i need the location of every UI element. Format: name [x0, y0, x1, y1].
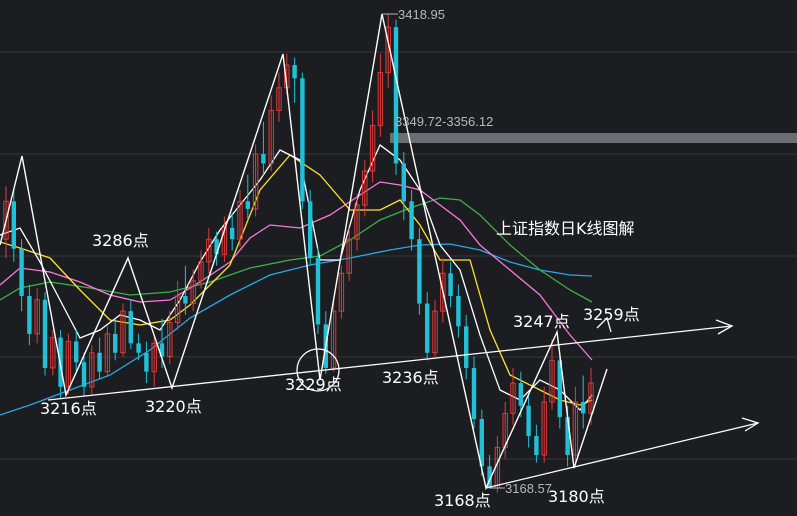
candle-down: [113, 333, 118, 353]
pivot-label-3216: 3216点: [40, 399, 97, 418]
candle-down: [401, 163, 406, 202]
candle-down: [425, 303, 430, 353]
candle-down: [230, 227, 235, 240]
candle-down: [42, 299, 48, 368]
pivot-label-3168: 3168点: [434, 491, 491, 510]
candle-down: [11, 201, 16, 249]
candle-down: [417, 239, 422, 304]
candle-down: [81, 362, 87, 387]
candle-down: [456, 295, 461, 327]
pivot-label-3220: 3220点: [145, 397, 202, 416]
candle-down: [464, 326, 469, 368]
trendline-upper: [47, 325, 733, 401]
candle-down: [300, 78, 305, 202]
candlestick-series: [3, 13, 594, 493]
candle-down: [526, 405, 531, 437]
candle-down: [315, 258, 321, 325]
ma20-line: [0, 181, 593, 361]
candle-down: [471, 367, 477, 420]
pivot-label-3180: 3180点: [548, 487, 605, 506]
pivot-label-3229: 3229点: [285, 375, 342, 394]
candle-down: [144, 352, 149, 372]
candle-down: [245, 201, 250, 209]
candle-down: [308, 201, 313, 259]
candle-down: [261, 153, 266, 164]
candle-down: [393, 27, 399, 164]
candle-down: [292, 65, 297, 79]
chart-title: 上证指数日K线图解: [496, 219, 635, 238]
candle-down: [97, 352, 102, 372]
chart-canvas: 3418.95 3349.72-3356.12 3168.57 上证指数日K线图…: [0, 0, 797, 516]
kline-chart: 3418.95 3349.72-3356.12 3168.57 上证指数日K线图…: [0, 7, 797, 510]
candle-down: [409, 201, 414, 240]
candle-down: [581, 401, 586, 414]
candle-down: [128, 311, 133, 344]
pivot-label-3286: 3286点: [92, 231, 149, 250]
candle-down: [74, 341, 79, 363]
pattern-annotations: [0, 13, 760, 491]
candle-down: [19, 248, 24, 296]
high-price-label: 3418.95: [398, 7, 445, 22]
candle-down: [518, 383, 523, 406]
candle-down: [136, 343, 141, 353]
zone-price-label: 3349.72-3356.12: [395, 114, 493, 129]
pivot-label-3259: 3259点: [583, 305, 640, 324]
resistance-zone-band: [390, 133, 797, 143]
pivot-label-3236: 3236点: [382, 368, 439, 387]
candle-down: [565, 417, 570, 456]
candle-down: [448, 273, 453, 296]
candle-down: [183, 295, 188, 304]
ma5-line: [0, 143, 593, 411]
candle-down: [534, 436, 539, 456]
candle-down: [27, 295, 32, 334]
ma10-line: [0, 154, 593, 406]
low-price-label: 3168.57: [505, 481, 552, 496]
pivot-label-3247: 3247点: [513, 312, 570, 331]
